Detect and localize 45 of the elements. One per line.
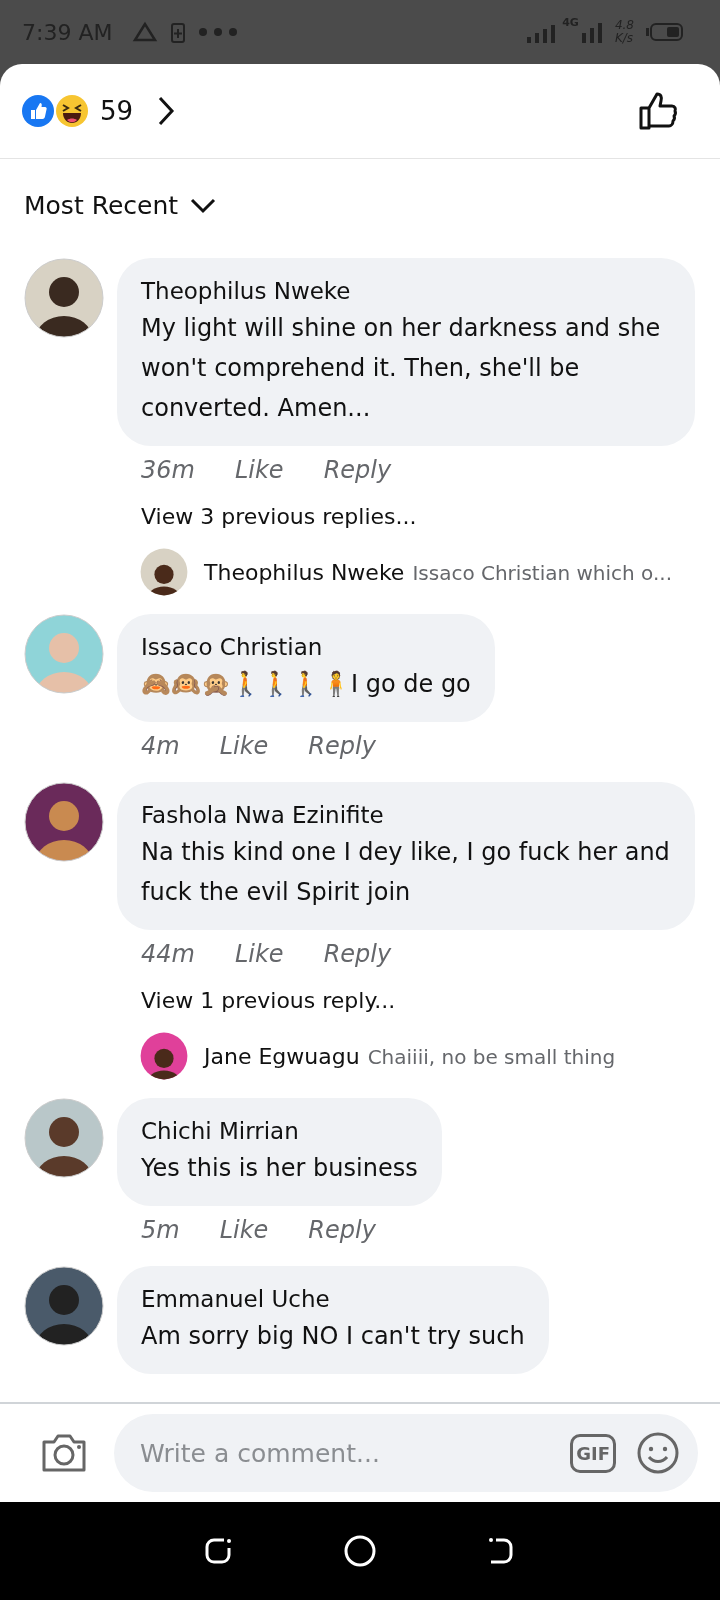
reply-link[interactable]: Reply — [323, 936, 392, 972]
like-link[interactable]: Like — [219, 728, 269, 764]
comment-text: 🙈🙉🙊🚶🚶🚶🧍I go de go — [141, 669, 471, 700]
comment-time: 5m — [141, 1215, 180, 1246]
emoji-icon[interactable] — [636, 1431, 680, 1475]
more-icon — [198, 27, 239, 37]
author-name[interactable]: Theophilus Nweke — [141, 274, 671, 308]
laughing-reaction-icon — [56, 95, 88, 127]
reply-author[interactable]: Jane Egwuagu — [204, 1043, 360, 1069]
sort-label[interactable]: Most Recent — [24, 191, 179, 220]
reply-link[interactable]: Reply — [308, 728, 376, 764]
author-name[interactable]: Issaco Christian — [141, 630, 471, 664]
reaction-count[interactable]: 59 — [100, 96, 134, 126]
comment-time: 36m — [141, 455, 195, 486]
author-name[interactable]: Emmanuel Uche — [141, 1282, 525, 1316]
like-link[interactable]: Like — [219, 1212, 269, 1248]
reply-preview[interactable]: Issaco Christian which o... — [412, 560, 673, 585]
battery-saver-icon — [170, 20, 187, 44]
like-reaction-icon — [22, 95, 54, 127]
camera-icon[interactable] — [40, 1432, 88, 1474]
author-name[interactable]: Chichi Mirrian — [141, 1114, 418, 1148]
reply-preview[interactable]: Chaiiii, no be small thing — [367, 1044, 616, 1069]
reply-link[interactable]: Reply — [323, 452, 392, 488]
comment-time: 44m — [141, 939, 195, 970]
comment-text: Am sorry big NO I can't try such — [141, 1321, 525, 1352]
like-link[interactable]: Like — [234, 452, 284, 488]
reply-link[interactable]: Reply — [308, 1212, 376, 1248]
comment-time: 4m — [141, 731, 180, 762]
like-link[interactable]: Like — [234, 936, 284, 972]
reply-author[interactable]: Theophilus Nweke — [204, 559, 405, 585]
comment-text: My light will shine on her darkness and she won't comprehend it. Then, she'll be converted. Amen... — [141, 313, 662, 424]
author-name[interactable]: Fashola Nwa Ezinifite — [141, 798, 671, 832]
view-replies-link[interactable]: View 1 previous reply... — [141, 984, 396, 1018]
triangle-icon — [132, 21, 159, 43]
battery-icon — [646, 22, 684, 42]
chevron-right-icon[interactable] — [157, 96, 176, 126]
thumbs-up-icon[interactable] — [638, 90, 680, 132]
comment-text: Na this kind one I dey like, I go fuck her and fuck the evil Spirit join — [141, 837, 671, 908]
chevron-down-icon[interactable] — [190, 197, 217, 214]
comment-text: Yes this is her business — [141, 1153, 418, 1184]
comment-field[interactable]: Write a comment... GIF — [114, 1414, 698, 1492]
gif-button[interactable]: GIF — [570, 1433, 616, 1473]
signal-icon — [580, 21, 603, 43]
home-icon[interactable] — [343, 1534, 377, 1568]
view-replies-link[interactable]: View 3 previous replies... — [141, 500, 417, 534]
